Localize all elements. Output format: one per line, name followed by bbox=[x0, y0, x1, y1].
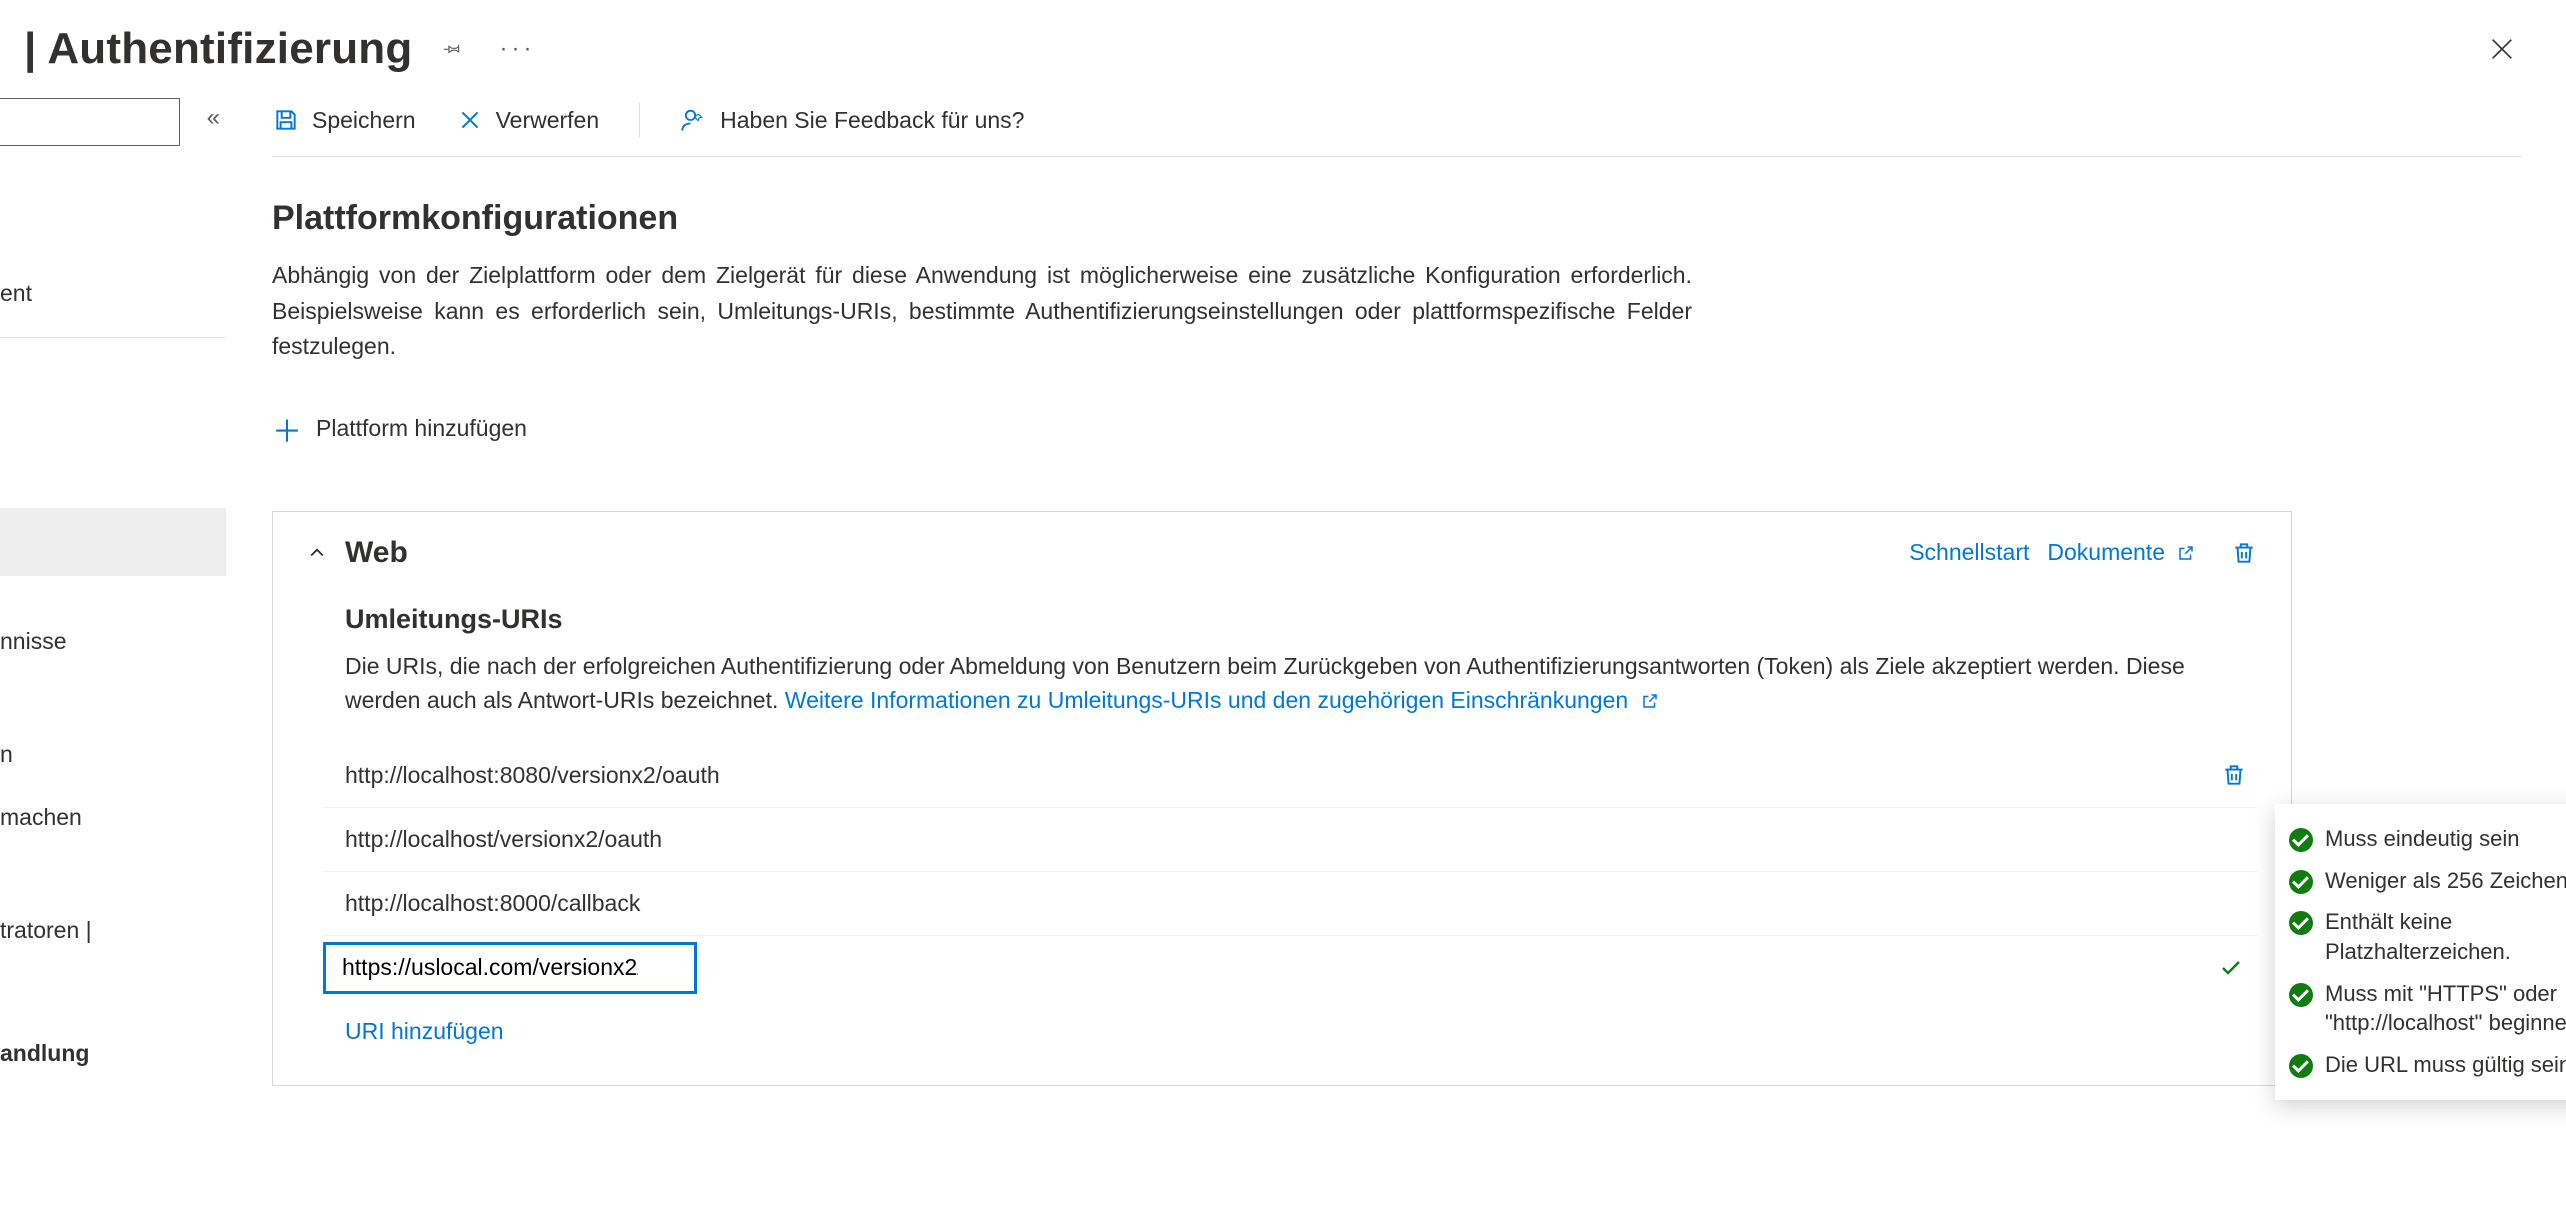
title-text: Authentifizierung bbox=[47, 24, 412, 73]
page-header: | Authentifizierung ··· bbox=[0, 0, 2566, 92]
feedback-button[interactable]: Haben Sie Feedback für uns? bbox=[680, 106, 1024, 134]
validation-text: Weniger als 256 Zeichen lang bbox=[2325, 866, 2566, 896]
pin-icon bbox=[441, 37, 465, 61]
more-button[interactable]: ··· bbox=[494, 26, 540, 72]
validation-text: Die URL muss gültig sein. bbox=[2325, 1050, 2566, 1080]
validation-rule: Muss eindeutig sein bbox=[2289, 818, 2566, 860]
delete-uri-button[interactable] bbox=[2221, 762, 2247, 788]
check-circle-icon bbox=[2289, 911, 2313, 935]
redirect-uris-heading: Umleitungs-URIs bbox=[345, 604, 2257, 635]
external-link-icon bbox=[1641, 692, 1659, 710]
documents-link[interactable]: Dokumente bbox=[2047, 539, 2195, 566]
discard-label: Verwerfen bbox=[496, 107, 600, 134]
discard-icon bbox=[457, 107, 483, 133]
quickstart-link[interactable]: Schnellstart bbox=[1909, 539, 2029, 566]
redirect-uri-row[interactable]: http://localhost:8080/versionx2/oauth bbox=[323, 744, 2257, 808]
command-bar: Speichern Verwerfen Haben S bbox=[272, 92, 2522, 157]
input-valid-indicator bbox=[2219, 956, 2243, 980]
sidebar-search-input[interactable] bbox=[0, 98, 180, 146]
sidebar-divider bbox=[0, 337, 226, 338]
sidebar-item-selected[interactable] bbox=[0, 508, 226, 576]
validation-rule: Die URL muss gültig sein. bbox=[2289, 1044, 2566, 1086]
validation-tooltip: Muss eindeutig sein Weniger als 256 Zeic… bbox=[2275, 804, 2566, 1100]
sidebar-item[interactable]: ent bbox=[0, 268, 226, 319]
redirect-uri-row[interactable]: http://localhost:8000/callback bbox=[323, 872, 2257, 936]
sidebar-item[interactable]: machen bbox=[0, 792, 226, 843]
check-circle-icon bbox=[2289, 828, 2313, 852]
redirect-uri-input[interactable] bbox=[323, 942, 697, 994]
title-pipe: | bbox=[24, 24, 37, 73]
collapse-toggle[interactable] bbox=[307, 543, 327, 563]
check-circle-icon bbox=[2289, 983, 2313, 1007]
close-button[interactable] bbox=[2478, 25, 2526, 73]
main-content: Speichern Verwerfen Haben S bbox=[226, 92, 2566, 1204]
save-label: Speichern bbox=[312, 107, 416, 134]
save-button[interactable]: Speichern bbox=[272, 106, 416, 134]
check-circle-icon bbox=[2289, 870, 2313, 894]
external-link-icon bbox=[2177, 544, 2195, 562]
pin-button[interactable] bbox=[430, 26, 476, 72]
redirect-uri-list: http://localhost:8080/versionx2/oauth ht… bbox=[323, 744, 2257, 994]
validation-rule: Weniger als 256 Zeichen lang bbox=[2289, 860, 2566, 902]
redirect-link-label: Weitere Informationen zu Umleitungs-URIs… bbox=[785, 687, 1628, 713]
more-icon: ··· bbox=[499, 35, 535, 63]
discard-button[interactable]: Verwerfen bbox=[456, 106, 600, 134]
add-platform-button[interactable]: ＋ Plattform hinzufügen bbox=[272, 407, 2522, 451]
web-card-title: Web bbox=[345, 536, 408, 570]
redirect-uri-value: http://localhost/versionx2/oauth bbox=[345, 826, 662, 853]
feedback-label: Haben Sie Feedback für uns? bbox=[720, 107, 1024, 134]
redirect-uri-row[interactable]: http://localhost/versionx2/oauth bbox=[323, 808, 2257, 872]
chevron-left-double-icon: « bbox=[207, 104, 220, 131]
command-separator bbox=[639, 102, 640, 138]
add-uri-button[interactable]: URI hinzufügen bbox=[345, 1018, 2257, 1045]
platforms-heading: Plattformkonfigurationen bbox=[272, 199, 2522, 238]
validation-text: Muss mit "HTTPS" oder "http://localhost"… bbox=[2325, 979, 2566, 1038]
redirect-uris-description: Die URIs, die nach der erfolgreichen Aut… bbox=[345, 649, 2257, 718]
feedback-icon bbox=[680, 106, 708, 134]
sidebar-item[interactable]: tratoren | bbox=[0, 905, 226, 956]
web-platform-card: Web Schnellstart Dokumente Umleitungs-UR… bbox=[272, 511, 2292, 1086]
add-platform-label: Plattform hinzufügen bbox=[316, 415, 527, 442]
platforms-description: Abhängig von der Zielplattform oder dem … bbox=[272, 258, 1692, 365]
web-card-header: Web Schnellstart Dokumente bbox=[307, 536, 2257, 570]
validation-text: Enthält keine Platzhalterzeichen. bbox=[2325, 907, 2566, 966]
page-title: | Authentifizierung bbox=[24, 24, 412, 74]
close-icon bbox=[2488, 35, 2516, 63]
redirect-uri-value: http://localhost:8000/callback bbox=[345, 890, 640, 917]
delete-platform-button[interactable] bbox=[2231, 540, 2257, 566]
plus-icon: ＋ bbox=[272, 407, 302, 451]
redirect-uri-input-row: Muss eindeutig sein Weniger als 256 Zeic… bbox=[323, 942, 2257, 994]
check-circle-icon bbox=[2289, 1054, 2313, 1078]
trash-icon bbox=[2231, 540, 2257, 566]
sidebar: « ent nnisse n machen tratoren | andlung bbox=[0, 92, 226, 1204]
trash-icon bbox=[2221, 762, 2247, 788]
redirect-uri-value: http://localhost:8080/versionx2/oauth bbox=[345, 762, 720, 789]
validation-rule: Muss mit "HTTPS" oder "http://localhost"… bbox=[2289, 973, 2566, 1044]
sidebar-collapse-button[interactable]: « bbox=[207, 104, 220, 132]
save-icon bbox=[273, 107, 299, 133]
sidebar-item[interactable]: n bbox=[0, 729, 226, 780]
redirect-more-info-link[interactable]: Weitere Informationen zu Umleitungs-URIs… bbox=[785, 687, 1659, 713]
validation-rule: Enthält keine Platzhalterzeichen. bbox=[2289, 901, 2566, 972]
sidebar-section-header: andlung bbox=[0, 1028, 226, 1079]
validation-text: Muss eindeutig sein bbox=[2325, 824, 2519, 854]
check-icon bbox=[2219, 956, 2243, 980]
sidebar-item[interactable]: nnisse bbox=[0, 616, 226, 667]
documents-label: Dokumente bbox=[2047, 539, 2165, 566]
chevron-up-icon bbox=[307, 543, 327, 563]
